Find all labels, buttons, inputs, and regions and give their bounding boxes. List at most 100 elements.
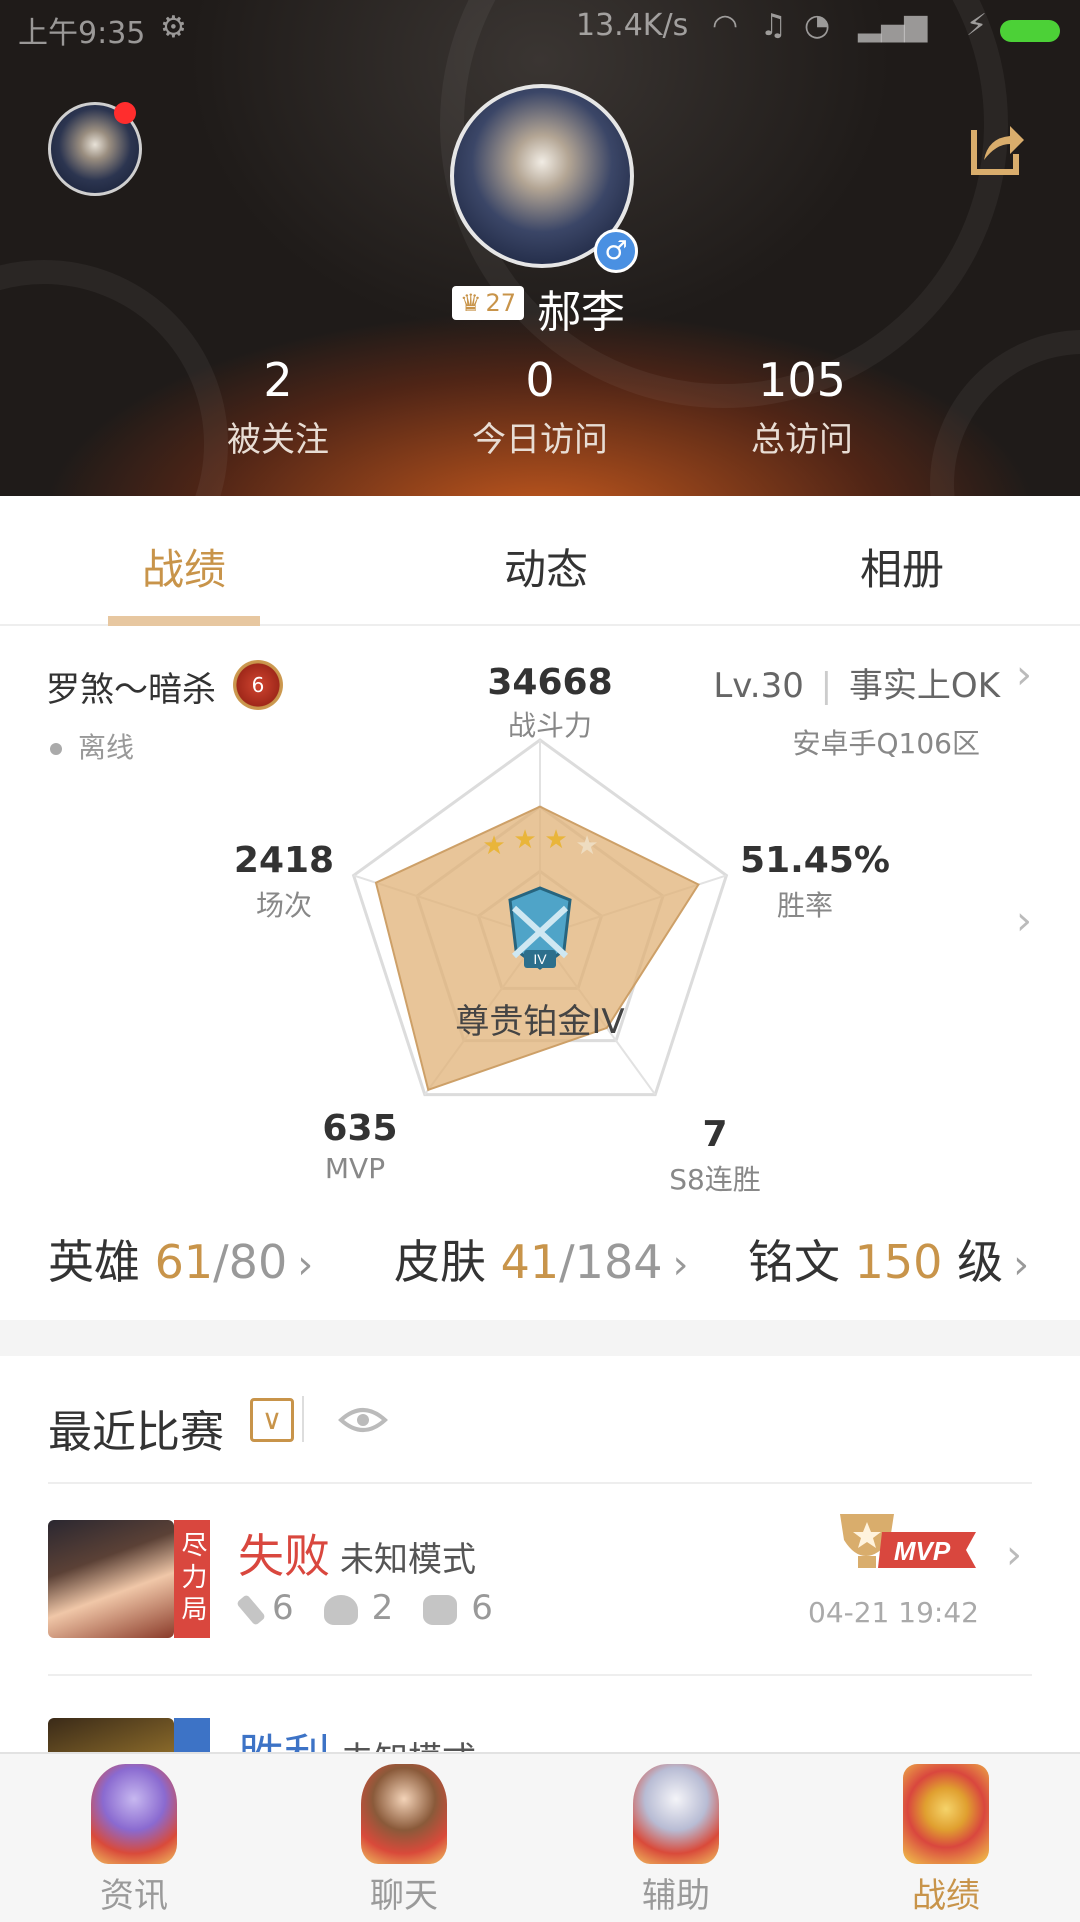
match-result: 胜利: [238, 1729, 330, 1756]
tab-bar: 战绩 动态 相册: [0, 496, 1080, 626]
divider: [48, 1674, 1032, 1676]
chevron-right-icon: ›: [297, 1242, 314, 1288]
chevron-down-icon[interactable]: ∨: [250, 1398, 294, 1442]
chevron-right-icon[interactable]: ›: [1006, 1532, 1022, 1578]
winrate-label: 胜率: [776, 889, 833, 922]
star-filled-icon: ★: [513, 825, 536, 855]
match-mode: 未知模式: [340, 1540, 476, 1580]
recent-matches: 最近比赛 ∨ 尽力局 失败 未知模式 6 2 6 MVP 04-21 19:42…: [0, 1356, 1080, 1756]
nav-label: 资讯: [100, 1876, 168, 1916]
tab-record[interactable]: 战绩: [84, 536, 284, 597]
sword-icon: [235, 1593, 267, 1626]
signal-status-icon: ▂▄▆: [858, 8, 928, 43]
runes-level: 150: [854, 1235, 943, 1289]
status-time: 上午9:35: [18, 16, 146, 51]
heroes-owned: 61: [154, 1235, 214, 1289]
recent-title: 最近比赛: [48, 1407, 224, 1458]
mute-status-icon: ♫: [760, 8, 787, 43]
followers-stat[interactable]: 2 被关注: [168, 352, 388, 461]
streak-label: S8连胜: [669, 1163, 761, 1196]
divider: [48, 1482, 1032, 1484]
nav-news[interactable]: 资讯: [34, 1764, 234, 1917]
record-red-envelope-icon: [903, 1764, 989, 1864]
today-visits-count: 0: [525, 353, 555, 407]
star-filled-icon: ★: [482, 831, 505, 861]
section-divider: [0, 1320, 1080, 1356]
nav-assist[interactable]: 辅助: [576, 1764, 776, 1917]
stats-panel: 罗煞～暗杀 6 离线 Lv.30 | 事实上OK 安卓手Q106区 › › ★ ★…: [0, 626, 1080, 1320]
battery-icon: [1000, 20, 1060, 42]
heroes-label: 英雄: [48, 1235, 140, 1289]
winrate-value: 51.45%: [740, 840, 890, 881]
active-tab-indicator: [108, 616, 260, 626]
hero-portrait: [48, 1718, 174, 1756]
separator: |: [820, 666, 833, 706]
role-name: 罗煞～暗杀: [46, 670, 216, 710]
heroes-total: 80: [228, 1235, 288, 1289]
match-tag: 质: [174, 1718, 210, 1756]
skins-count[interactable]: 皮肤 41/184 ›: [394, 1226, 688, 1292]
mvp-value: 635: [322, 1108, 398, 1149]
skins-owned: 41: [500, 1235, 560, 1289]
matches-value: 2418: [233, 840, 335, 881]
status-dot-icon: [50, 743, 62, 755]
power-value: 34668: [487, 662, 613, 703]
tab-album[interactable]: 相册: [802, 536, 1002, 597]
nav-record[interactable]: 战绩: [846, 1764, 1046, 1917]
server-name: 安卓手Q106区: [792, 727, 980, 760]
tier-emblem-label: IV: [533, 951, 547, 967]
followers-label: 被关注: [227, 420, 329, 460]
charging-status-icon: ⚡: [966, 8, 988, 43]
skins-label: 皮肤: [394, 1235, 486, 1289]
runes-unit: 级: [957, 1235, 1004, 1289]
decorative-ring: [930, 330, 1080, 510]
match-row[interactable]: 质 胜利 未知模式: [0, 1682, 1080, 1756]
star-empty-icon: ★: [575, 831, 598, 861]
tab-activity[interactable]: 动态: [446, 536, 646, 597]
slash: /: [213, 1235, 229, 1289]
streak-value: 7: [702, 1114, 728, 1155]
deaths-count: 2: [371, 1588, 394, 1628]
level-number: 27: [485, 289, 517, 317]
runes-count[interactable]: 铭文 150 级 ›: [748, 1226, 1029, 1292]
notification-dot: [114, 102, 136, 124]
runes-label: 铭文: [748, 1235, 840, 1289]
nav-label: 辅助: [642, 1876, 710, 1916]
match-row[interactable]: 尽力局 失败 未知模式 6 2 6 MVP 04-21 19:42 ›: [0, 1496, 1080, 1686]
online-status-text: 离线: [78, 731, 135, 764]
chevron-right-icon[interactable]: ›: [1016, 652, 1032, 698]
eye-icon[interactable]: [338, 1404, 388, 1436]
heroes-count[interactable]: 英雄 61/80 ›: [48, 1226, 313, 1292]
nav-label: 聊天: [370, 1876, 438, 1916]
match-result: 失败: [238, 1529, 330, 1583]
nav-label: 战绩: [912, 1876, 980, 1916]
mvp-label: MVP: [324, 1152, 386, 1185]
level-line[interactable]: Lv.30 | 事实上OK: [713, 658, 1000, 707]
male-gender-icon: ♂: [594, 229, 638, 273]
star-filled-icon: ★: [544, 825, 567, 855]
chevron-right-icon: ›: [1013, 1242, 1030, 1288]
bottom-nav: 资讯 聊天 辅助 战绩: [0, 1752, 1080, 1922]
chat-mascot-icon: [361, 1764, 447, 1864]
chevron-right-icon[interactable]: ›: [1016, 898, 1032, 944]
nav-chat[interactable]: 聊天: [304, 1764, 504, 1917]
profile-header: 上午9:35 ⚙ 13.4K/s ◠ ♫ ◔ ▂▄▆ ⚡ ♂ ♛ 27 郝李 2…: [0, 0, 1080, 510]
hero-portrait: [48, 1520, 174, 1638]
radar-chart: ★ ★ ★ ★ IV: [351, 738, 729, 1097]
share-icon[interactable]: [968, 116, 1028, 178]
today-visits-stat[interactable]: 0 今日访问: [430, 352, 650, 461]
kda: 6 2 6: [235, 1588, 493, 1628]
kills-count: 6: [272, 1588, 294, 1628]
assists-count: 6: [471, 1588, 493, 1628]
account-nickname: 事实上OK: [848, 666, 1000, 706]
deaths-stat: 2: [323, 1588, 394, 1628]
match-time: 04-21 19:42: [808, 1596, 979, 1629]
total-visits-stat[interactable]: 105 总访问: [692, 352, 912, 461]
wifi-status-icon: ◔: [804, 8, 831, 43]
level-badge: ♛ 27: [452, 286, 524, 320]
assist-mascot-icon: [633, 1764, 719, 1864]
fist-icon: [423, 1594, 458, 1625]
rank-badge: 6: [233, 660, 283, 710]
power-label: 战斗力: [507, 709, 592, 742]
followers-count: 2: [263, 353, 293, 407]
